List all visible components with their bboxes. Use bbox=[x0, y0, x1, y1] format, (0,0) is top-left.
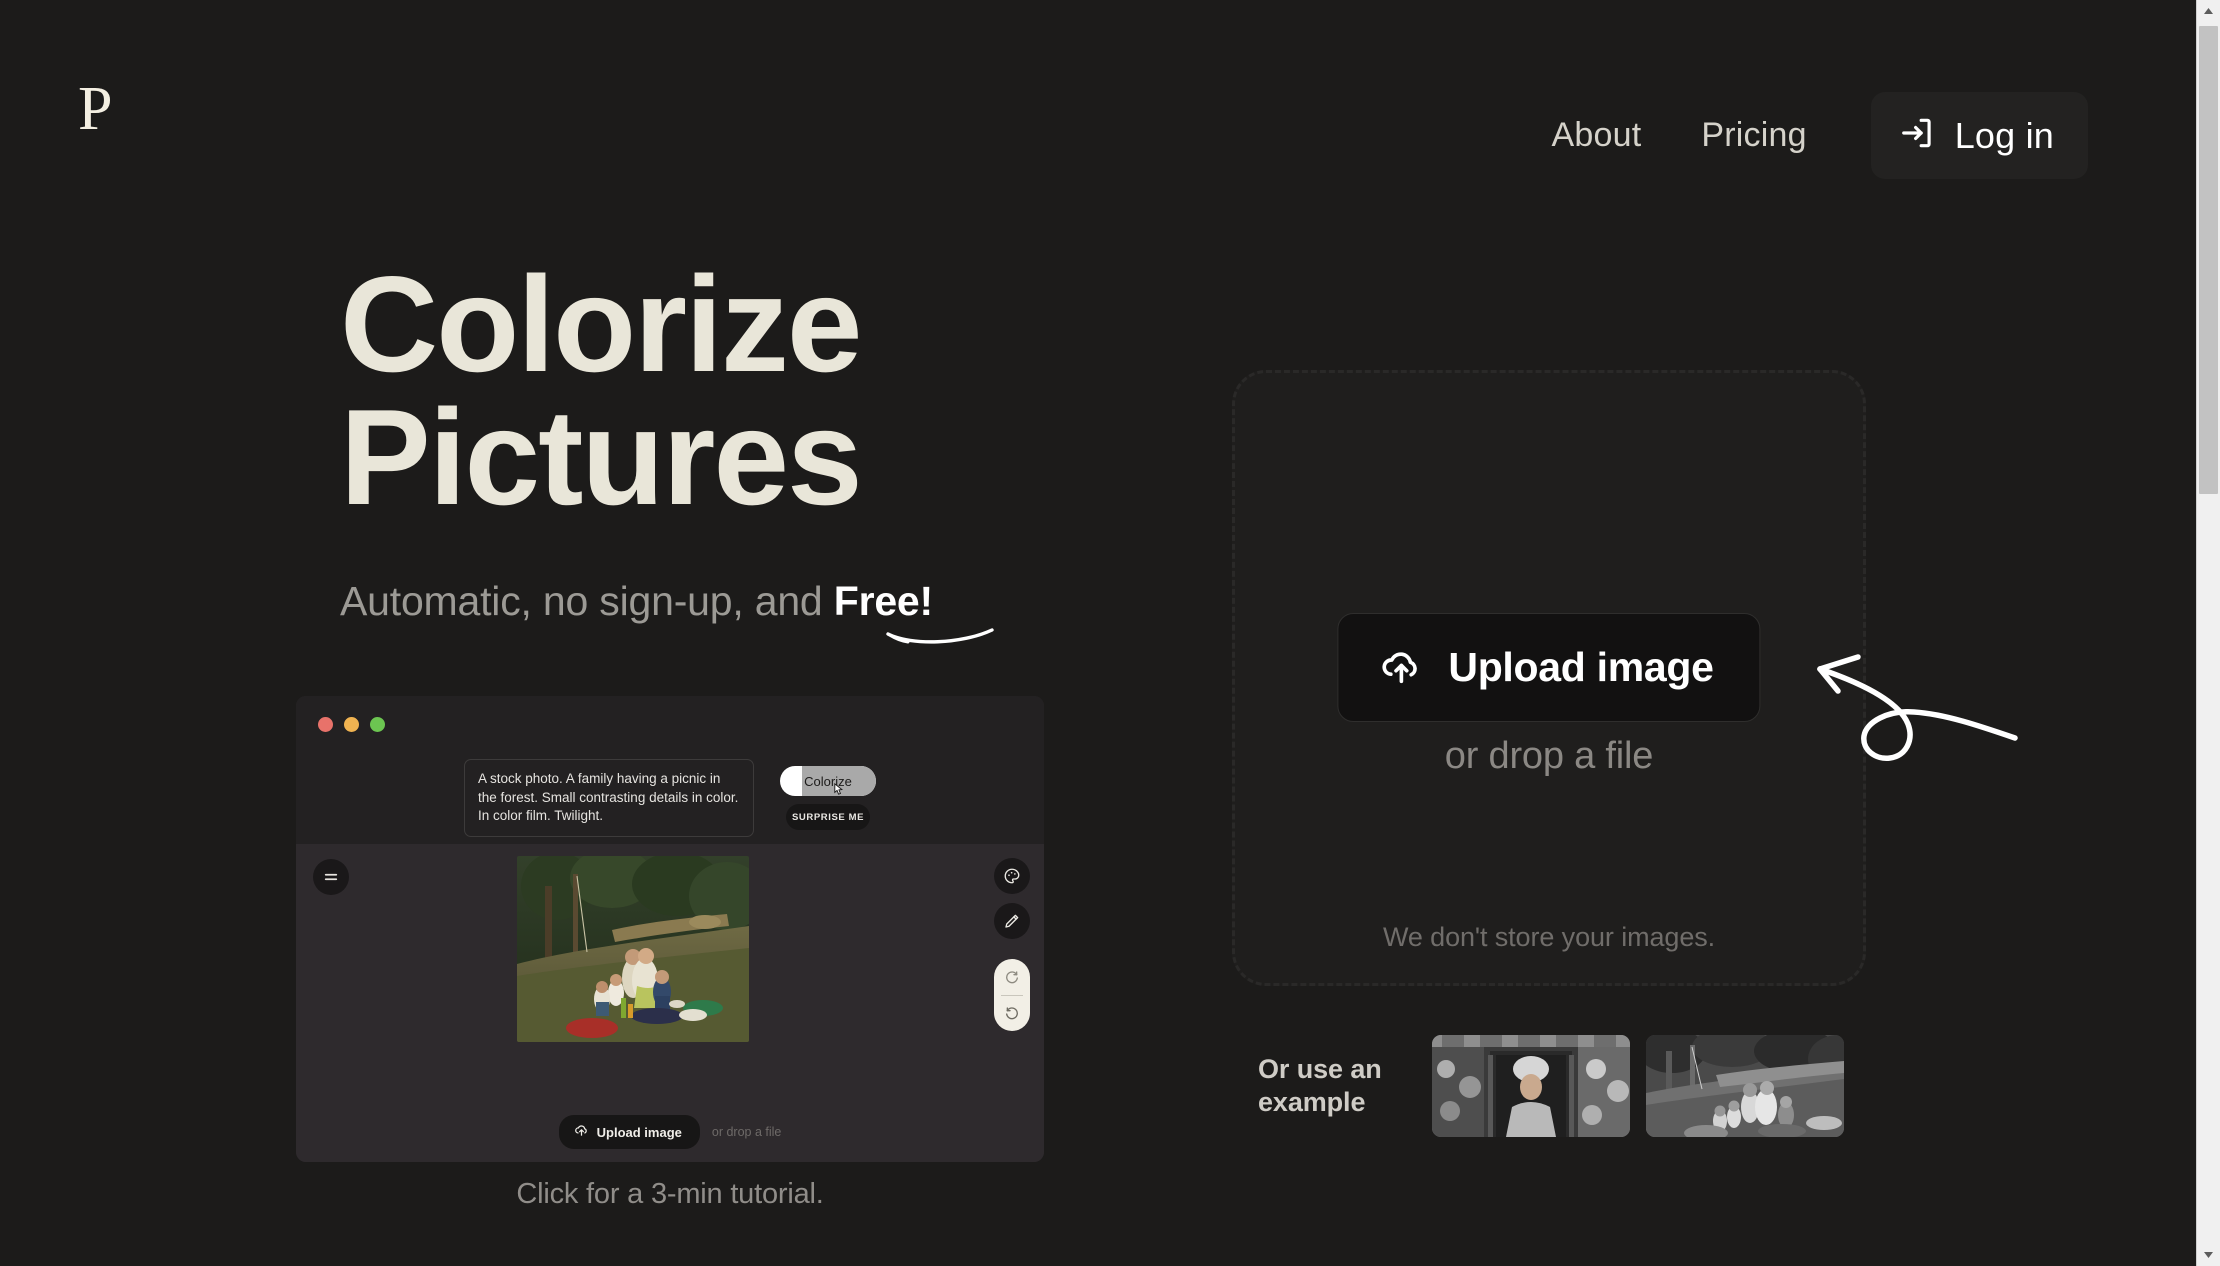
surprise-me-button[interactable]: SURPRISE ME bbox=[786, 804, 870, 830]
undo-icon[interactable] bbox=[994, 996, 1030, 1031]
mockup-actions: Colorize SURPRISE ME bbox=[780, 766, 876, 830]
page-viewport: P About Pricing Log in Colorize Pictures… bbox=[0, 0, 2196, 1266]
scrollbar-up-arrow[interactable] bbox=[2197, 0, 2220, 22]
main-nav: About Pricing Log in bbox=[1522, 92, 2088, 179]
login-label: Log in bbox=[1954, 114, 2054, 156]
hero-column: Colorize Pictures Automatic, no sign-up,… bbox=[0, 0, 1100, 1266]
surprise-me-label: SURPRISE ME bbox=[791, 811, 865, 823]
compare-icon[interactable] bbox=[313, 859, 349, 895]
example-thumbnail-portrait[interactable] bbox=[1432, 1035, 1630, 1137]
cloud-upload-icon bbox=[574, 1122, 589, 1142]
tutorial-link[interactable]: Click for a 3-min tutorial. bbox=[296, 1178, 1044, 1211]
drop-file-text: or drop a file bbox=[1444, 735, 1654, 777]
hero-subtitle-prefix: Automatic, no sign-up, and bbox=[340, 578, 834, 624]
product-mockup: A stock photo. A family having a picnic … bbox=[296, 696, 1044, 1162]
mockup-upload-button[interactable]: Upload image bbox=[558, 1115, 700, 1149]
pencil-icon[interactable] bbox=[994, 903, 1030, 939]
prompt-input[interactable]: A stock photo. A family having a picnic … bbox=[464, 759, 754, 837]
mockup-prompt-bar: A stock photo. A family having a picnic … bbox=[296, 752, 1044, 844]
underline-doodle bbox=[886, 628, 994, 644]
mockup-upload-row: Upload image or drop a file bbox=[296, 1115, 1044, 1149]
mockup-canvas: Upload image or drop a file bbox=[296, 844, 1044, 1162]
mockup-drop-text: or drop a file bbox=[711, 1125, 782, 1139]
mockup-history-controls bbox=[994, 959, 1030, 1031]
upload-image-button[interactable]: Upload image bbox=[1337, 613, 1761, 722]
scrollbar-thumb[interactable] bbox=[2199, 26, 2218, 494]
page-title: Colorize Pictures bbox=[340, 248, 1040, 534]
prompt-text: A stock photo. A family having a picnic … bbox=[478, 771, 739, 824]
mockup-titlebar bbox=[296, 696, 1044, 752]
upload-image-label: Upload image bbox=[1448, 644, 1714, 690]
hero-subtitle: Automatic, no sign-up, and Free! bbox=[340, 578, 933, 625]
login-button[interactable]: Log in bbox=[1870, 92, 2088, 179]
palette-icon[interactable] bbox=[994, 858, 1030, 894]
colorize-button[interactable]: Colorize bbox=[780, 766, 876, 796]
redo-icon[interactable] bbox=[994, 960, 1030, 995]
window-close-dot bbox=[318, 716, 333, 732]
vertical-scrollbar[interactable] bbox=[2196, 0, 2220, 1266]
nav-link-about[interactable]: About bbox=[1522, 98, 1672, 173]
mockup-tool-rail bbox=[994, 858, 1030, 1031]
upload-dropzone[interactable]: Upload image or drop a file We don't sto… bbox=[1232, 370, 1866, 986]
mockup-upload-label: Upload image bbox=[596, 1124, 682, 1140]
hero-title-line-1: Colorize bbox=[340, 248, 863, 400]
hero-title-line-2: Pictures bbox=[340, 381, 863, 534]
example-thumbnail-picnic[interactable] bbox=[1646, 1035, 1844, 1137]
scrollbar-down-arrow[interactable] bbox=[2197, 1244, 2220, 1266]
cloud-upload-icon bbox=[1378, 642, 1424, 693]
examples-section: Or use an example bbox=[1258, 1035, 1844, 1137]
window-minimize-dot bbox=[344, 716, 359, 732]
privacy-note: We don't store your images. bbox=[1382, 922, 1716, 952]
mockup-photo bbox=[517, 856, 749, 1042]
login-icon bbox=[1899, 114, 1937, 157]
hero-subtitle-highlight: Free! bbox=[833, 578, 933, 624]
examples-label: Or use an example bbox=[1258, 1054, 1382, 1117]
cursor-pointer-icon bbox=[834, 782, 843, 795]
nav-link-pricing[interactable]: Pricing bbox=[1671, 98, 1836, 173]
window-maximize-dot bbox=[370, 716, 385, 732]
page-root: P About Pricing Log in Colorize Pictures… bbox=[0, 0, 2220, 1266]
